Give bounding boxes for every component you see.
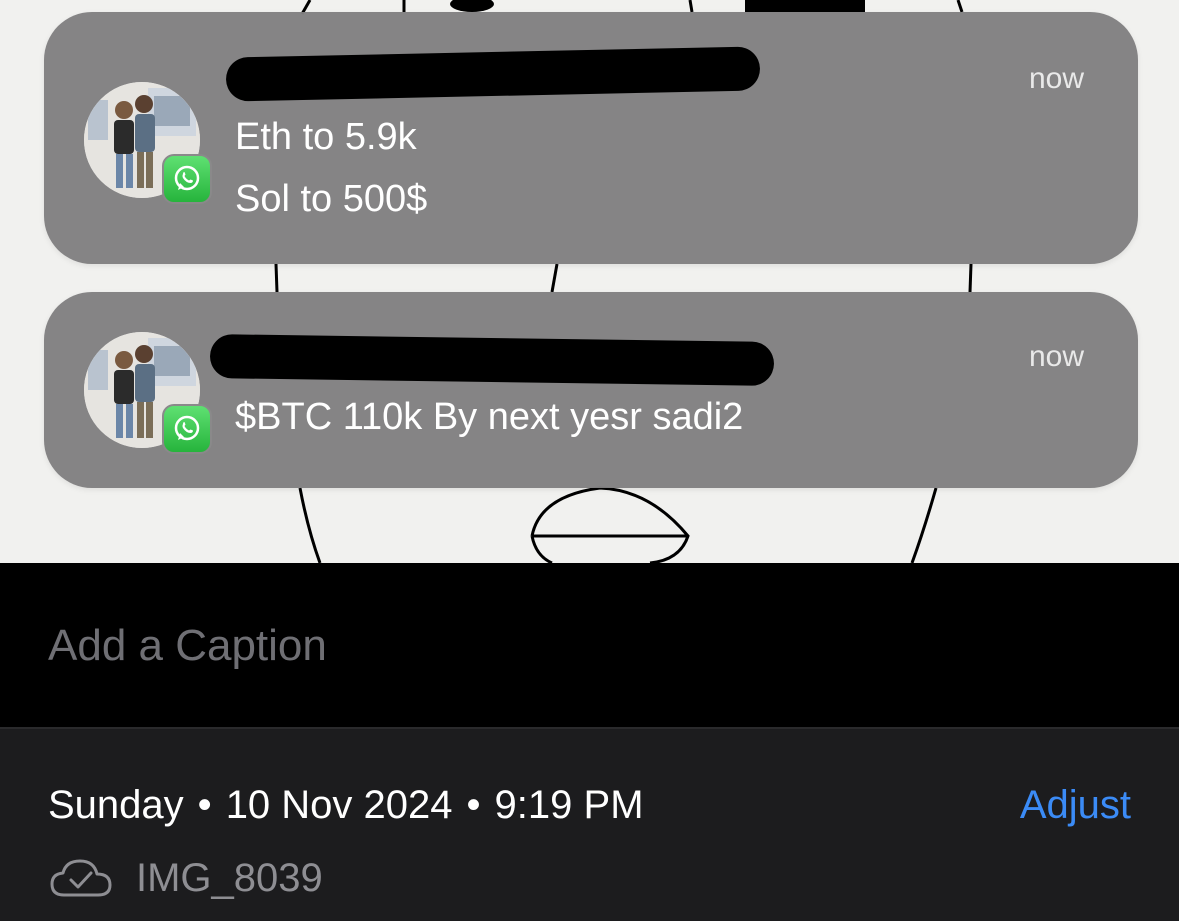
separator: • [466, 783, 481, 827]
separator: • [197, 783, 212, 827]
day-label: Sunday [48, 783, 184, 827]
adjust-button[interactable]: Adjust [1020, 783, 1131, 828]
notification-card[interactable]: now $BTC 110k By next yesr sadi2 [44, 292, 1138, 488]
file-name: IMG_8039 [136, 855, 323, 900]
caption-input[interactable] [48, 621, 748, 671]
whatsapp-icon [162, 154, 212, 204]
notification-time: now [1028, 340, 1084, 373]
caption-area [0, 563, 1179, 727]
time-label: 9:19 PM [494, 783, 644, 827]
date-time-line: Sunday • 10 Nov 2024 • 9:19 PM [48, 783, 644, 828]
photo-preview[interactable]: now Eth to 5.9k Sol to 500$ now $BTC 110… [0, 0, 1179, 563]
redacted-sender-name [225, 46, 761, 102]
whatsapp-icon [162, 404, 212, 454]
message-text: Sol to 500$ [235, 178, 428, 220]
date-label: 10 Nov 2024 [225, 783, 453, 827]
message-text: Eth to 5.9k [235, 116, 417, 158]
redacted-sender-name [209, 334, 775, 386]
icloud-check-icon [50, 859, 112, 897]
message-text: $BTC 110k By next yesr sadi2 [235, 396, 744, 438]
photo-info-panel: Sunday • 10 Nov 2024 • 9:19 PM Adjust IMG_80… [0, 727, 1179, 921]
notification-card[interactable]: now Eth to 5.9k Sol to 500$ [44, 12, 1138, 264]
notification-time: now [1028, 62, 1084, 95]
divider [0, 727, 1179, 729]
file-row: IMG_8039 [48, 853, 323, 903]
